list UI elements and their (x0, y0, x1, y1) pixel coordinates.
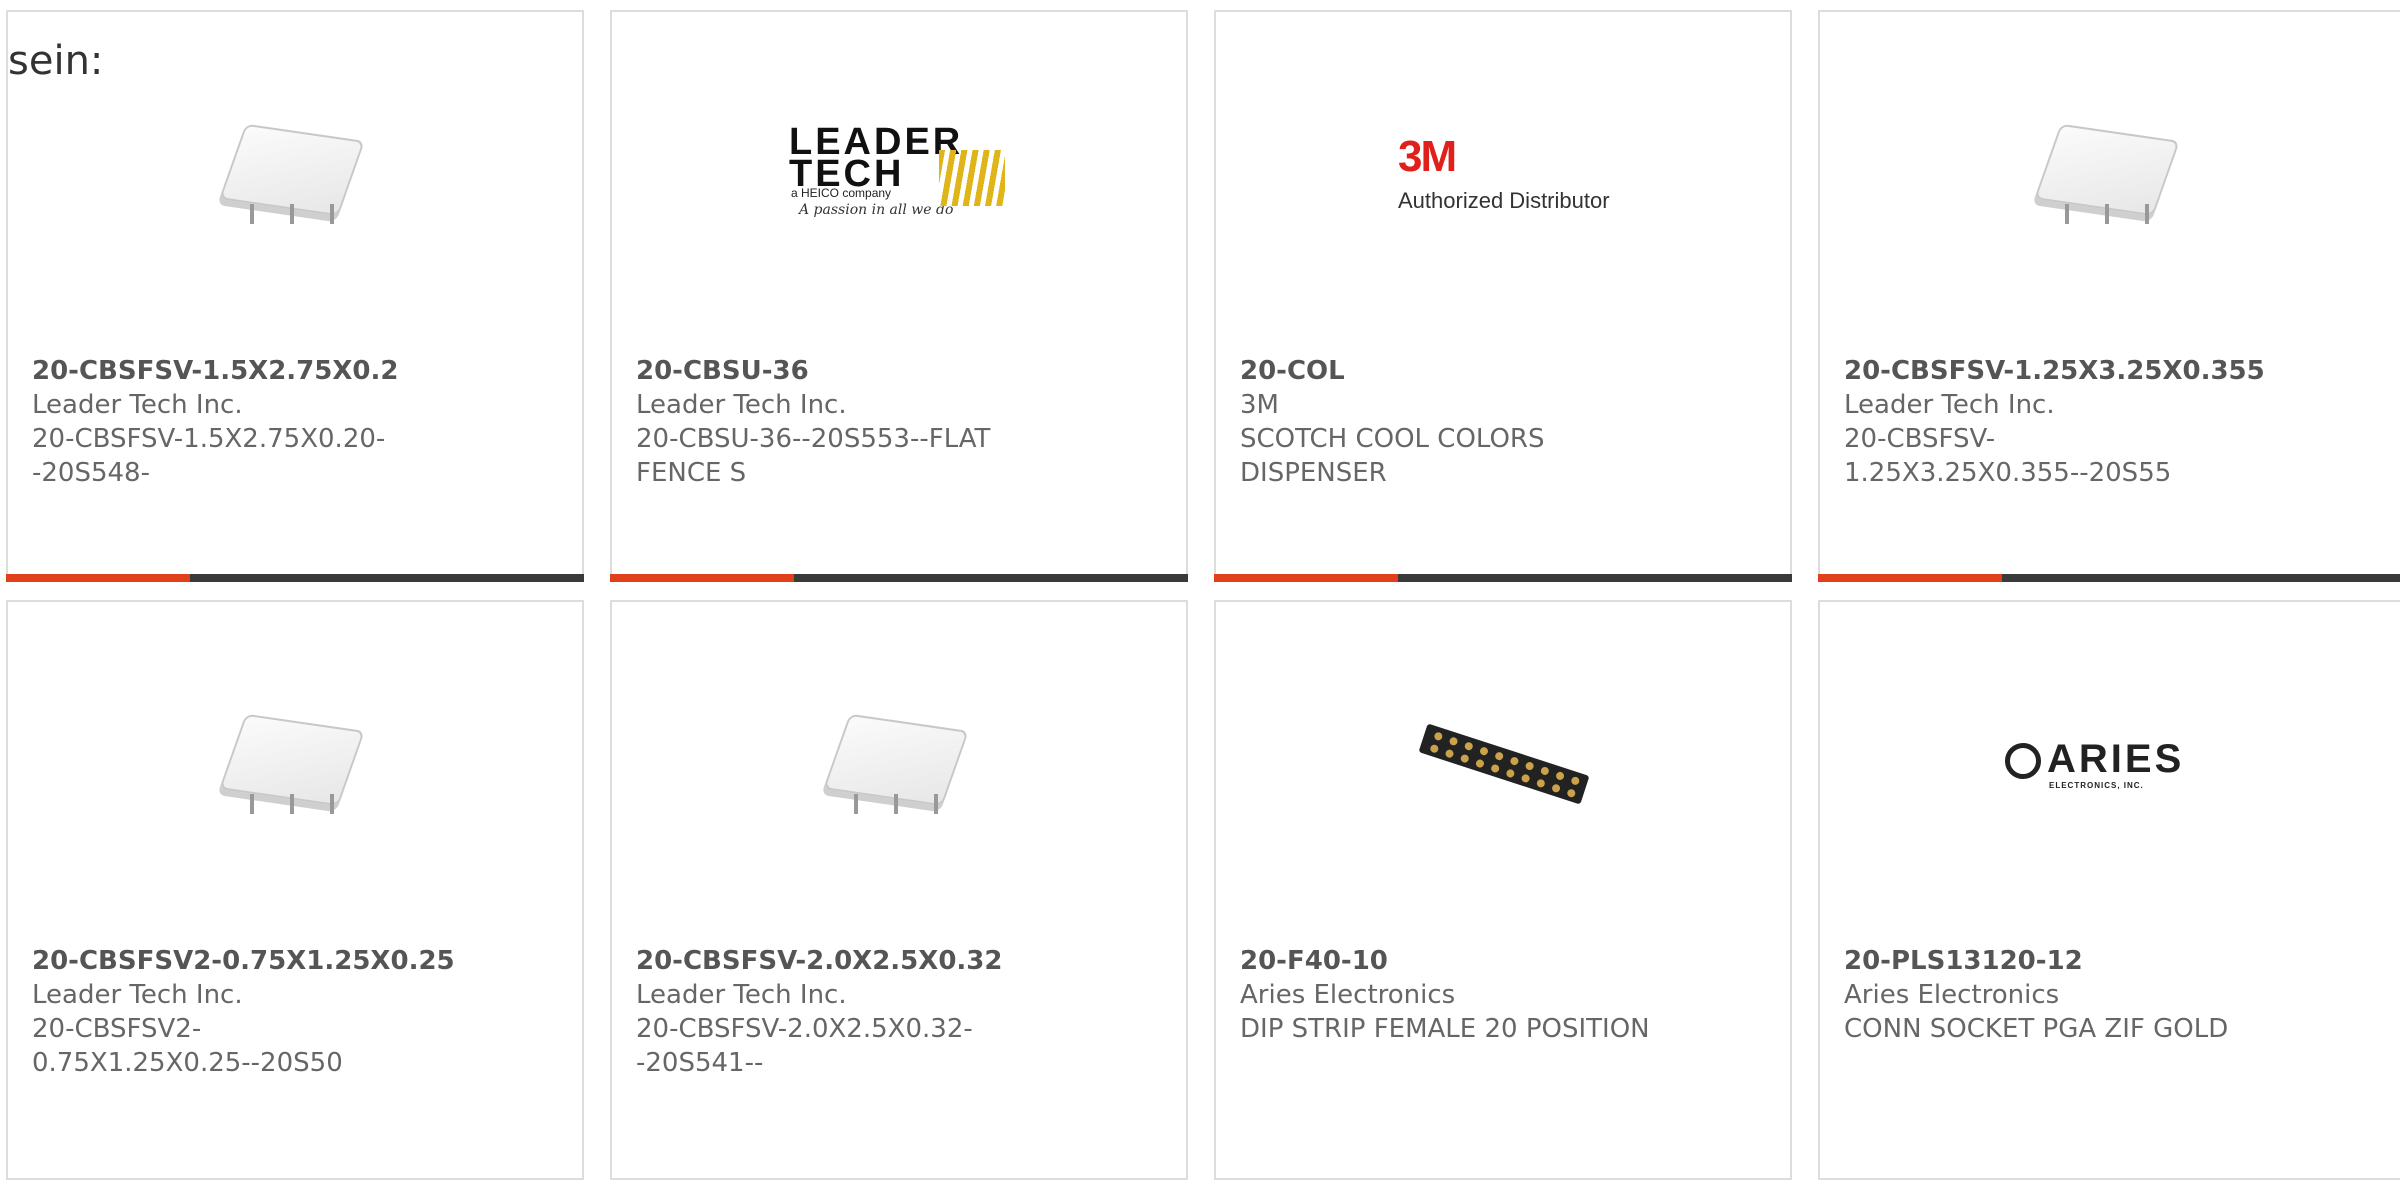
description: SCOTCH COOL COLORS DISPENSER (1240, 424, 1545, 488)
product-card[interactable]: ARIES ELECTRONICS, INC. 20-PLS13120-12 A… (1818, 600, 2400, 1180)
manufacturer: Leader Tech Inc. (636, 980, 847, 1010)
product-image[interactable] (612, 602, 1186, 932)
manufacturer: Leader Tech Inc. (32, 980, 243, 1010)
part-number-link[interactable]: 20-CBSFSV-2.0X2.5X0.32 (636, 944, 1166, 978)
manufacturer: Leader Tech Inc. (32, 390, 243, 420)
product-card[interactable]: 20-CBSFSV-1.5X2.75X0.2 Leader Tech Inc. … (6, 10, 584, 582)
card-bottom-bar (6, 574, 584, 582)
product-card[interactable]: 20-CBSFSV-1.25X3.25X0.355 Leader Tech In… (1818, 10, 2400, 582)
description: DIP STRIP FEMALE 20 POSITION (1240, 1014, 1650, 1044)
card-bottom-bar (610, 574, 1188, 582)
leader-tech-logo: LEADER TECH a HEICO company A passion in … (789, 122, 1009, 232)
product-image[interactable] (1216, 602, 1790, 932)
rf-shield-icon (219, 122, 370, 232)
description: 20-CBSFSV-1.25X3.25X0.355--20S55 (1844, 424, 2172, 488)
description: 20-CBSFSV-1.5X2.75X0.20--20S548- (32, 424, 386, 488)
product-image[interactable]: LEADER TECH a HEICO company A passion in … (612, 12, 1186, 342)
aries-logo: ARIES ELECTRONICS, INC. (2005, 737, 2215, 797)
card-bottom-bar (1818, 574, 2400, 582)
part-number-link[interactable]: 20-CBSFSV-1.25X3.25X0.355 (1844, 354, 2380, 388)
product-card[interactable]: 3M Authorized Distributor 20-COL 3M SCOT… (1214, 10, 1792, 582)
manufacturer: Aries Electronics (1844, 980, 2060, 1010)
part-number-link[interactable]: 20-CBSU-36 (636, 354, 1166, 388)
product-grid: 20-CBSFSV-1.5X2.75X0.2 Leader Tech Inc. … (0, 0, 2400, 1180)
product-card[interactable]: LEADER TECH a HEICO company A passion in … (610, 10, 1188, 582)
part-number-link[interactable]: 20-PLS13120-12 (1844, 944, 2380, 978)
part-number-link[interactable]: 20-CBSFSV-1.5X2.75X0.2 (32, 354, 562, 388)
product-card[interactable]: 20-F40-10 Aries Electronics DIP STRIP FE… (1214, 600, 1792, 1180)
part-number-link[interactable]: 20-F40-10 (1240, 944, 1770, 978)
description: 20-CBSFSV-2.0X2.5X0.32--20S541-- (636, 1014, 973, 1078)
rf-shield-icon (823, 712, 974, 822)
rf-shield-icon (2034, 122, 2185, 232)
dip-strip-icon (1413, 723, 1593, 807)
manufacturer: 3M (1240, 390, 1279, 420)
part-number-link[interactable]: 20-COL (1240, 354, 1770, 388)
product-image[interactable]: 3M Authorized Distributor (1216, 12, 1790, 342)
product-card[interactable]: 20-CBSFSV2-0.75X1.25X0.25 Leader Tech In… (6, 600, 584, 1180)
description: 20-CBSU-36--20S553--FLAT FENCE S (636, 424, 991, 488)
product-image[interactable]: ARIES ELECTRONICS, INC. (1820, 602, 2400, 932)
card-bottom-bar (1214, 574, 1792, 582)
product-card[interactable]: 20-CBSFSV-2.0X2.5X0.32 Leader Tech Inc. … (610, 600, 1188, 1180)
description: 20-CBSFSV2-0.75X1.25X0.25--20S50 (32, 1014, 343, 1078)
manufacturer: Aries Electronics (1240, 980, 1456, 1010)
product-image[interactable] (8, 602, 582, 932)
part-number-link[interactable]: 20-CBSFSV2-0.75X1.25X0.25 (32, 944, 562, 978)
manufacturer: Leader Tech Inc. (1844, 390, 2055, 420)
3m-logo: 3M Authorized Distributor (1398, 132, 1610, 213)
description: CONN SOCKET PGA ZIF GOLD (1844, 1014, 2229, 1044)
rf-shield-icon (219, 712, 370, 822)
manufacturer: Leader Tech Inc. (636, 390, 847, 420)
intro-text: sein: (8, 38, 104, 84)
product-image[interactable] (1820, 12, 2400, 342)
